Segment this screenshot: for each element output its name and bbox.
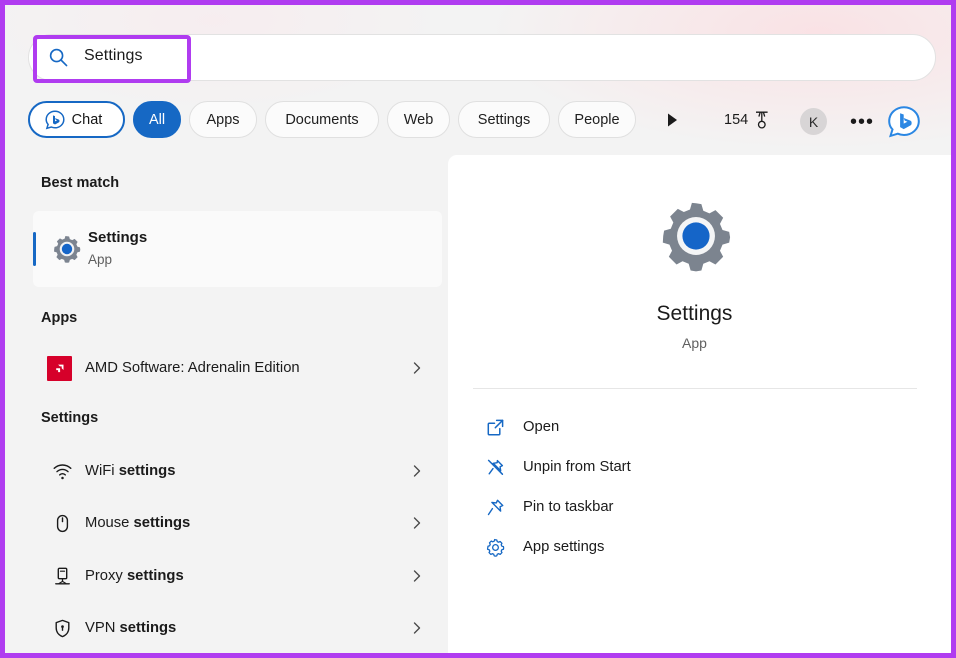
action-unpin-from-start[interactable]: Unpin from Start — [473, 447, 917, 487]
best-match-heading: Best match — [41, 175, 120, 191]
best-match-result-settings[interactable]: Settings App — [33, 211, 442, 287]
unpin-icon — [485, 457, 505, 477]
tab-chat-label: Chat — [71, 111, 103, 128]
bing-chat-icon — [45, 109, 65, 129]
selection-accent-bar — [33, 232, 36, 266]
list-item-amd-software[interactable]: AMD Software: Adrenalin Edition — [33, 346, 442, 390]
bing-logo-icon[interactable] — [887, 105, 921, 139]
action-open[interactable]: Open — [473, 407, 917, 447]
more-label: ••• — [849, 110, 874, 133]
server-icon — [51, 565, 73, 587]
search-bar[interactable] — [28, 34, 936, 81]
windows-search-window: Settings Chat All Apps Documents Web Set… — [0, 0, 956, 658]
detail-app-name: Settings — [656, 302, 733, 325]
label-match: settings — [118, 463, 176, 479]
detail-divider — [473, 388, 917, 389]
label-prefix: VPN — [85, 620, 120, 636]
best-match-title: Settings — [88, 229, 148, 246]
filter-tab-row: Chat All Apps Documents Web Settings Peo… — [5, 101, 951, 149]
action-label: Open — [523, 419, 560, 435]
label-prefix: WiFi — [85, 463, 119, 479]
play-arrow-icon[interactable] — [662, 110, 682, 130]
list-item-label: Proxy settings — [85, 568, 184, 584]
label-match: settings — [119, 620, 177, 636]
label-prefix: Proxy — [85, 568, 127, 584]
list-item-label: WiFi settings — [85, 463, 175, 479]
tab-people-label: People — [574, 111, 620, 128]
list-item-vpn-settings[interactable]: VPN settings — [33, 606, 442, 650]
list-item-label: Mouse settings — [85, 515, 190, 531]
medal-icon — [756, 111, 768, 129]
settings-heading: Settings — [41, 410, 99, 426]
action-label: Pin to taskbar — [523, 499, 614, 515]
gear-icon — [485, 537, 505, 557]
avatar-initial: K — [808, 113, 819, 130]
tab-settings-label: Settings — [477, 111, 531, 128]
open-external-icon — [485, 417, 505, 437]
ellipsis-icon[interactable]: ••• — [848, 108, 876, 136]
list-item-wifi-settings[interactable]: WiFi settings — [33, 449, 442, 493]
settings-gear-icon-large — [662, 202, 731, 272]
list-item-mouse-settings[interactable]: Mouse settings — [33, 501, 442, 545]
chevron-right-icon[interactable] — [410, 516, 424, 530]
tab-web[interactable]: Web — [387, 101, 450, 138]
chevron-right-icon[interactable] — [410, 464, 424, 478]
label-match: settings — [126, 568, 184, 584]
action-app-settings[interactable]: App settings — [473, 527, 917, 567]
label-prefix: Mouse — [85, 515, 134, 531]
chevron-right-icon[interactable] — [410, 361, 424, 375]
tab-all[interactable]: All — [133, 101, 181, 138]
shield-lock-icon — [51, 617, 73, 639]
apps-heading: Apps — [41, 310, 78, 326]
search-input-value[interactable]: Settings — [84, 47, 143, 65]
label-match: settings — [133, 515, 191, 531]
chevron-right-icon[interactable] — [410, 621, 424, 635]
action-label: App settings — [523, 539, 605, 555]
rewards-points[interactable]: 154 — [724, 110, 771, 130]
search-icon — [49, 48, 68, 67]
settings-gear-icon — [54, 236, 81, 263]
detail-app-type: App — [682, 335, 707, 351]
tab-all-label: All — [148, 111, 166, 128]
tab-documents[interactable]: Documents — [265, 101, 379, 138]
rewards-points-value: 154 — [724, 112, 749, 128]
tab-apps[interactable]: Apps — [189, 101, 257, 138]
amd-icon — [47, 355, 72, 381]
tab-web-label: Web — [403, 111, 434, 128]
list-item-proxy-settings[interactable]: Proxy settings — [33, 554, 442, 598]
mouse-icon — [51, 512, 73, 534]
wifi-icon — [51, 460, 73, 482]
action-label: Unpin from Start — [523, 459, 631, 475]
best-match-subtitle: App — [88, 252, 113, 267]
chevron-right-icon[interactable] — [410, 569, 424, 583]
list-item-label: VPN settings — [85, 620, 176, 636]
action-pin-to-taskbar[interactable]: Pin to taskbar — [473, 487, 917, 527]
pin-icon — [485, 497, 505, 517]
tab-settings[interactable]: Settings — [458, 101, 550, 138]
tab-chat[interactable]: Chat — [28, 101, 125, 138]
avatar[interactable]: K — [800, 108, 827, 135]
tab-apps-label: Apps — [206, 111, 240, 128]
list-item-label: AMD Software: Adrenalin Edition — [85, 360, 300, 376]
tab-documents-label: Documents — [285, 111, 359, 128]
tab-people[interactable]: People — [558, 101, 636, 138]
